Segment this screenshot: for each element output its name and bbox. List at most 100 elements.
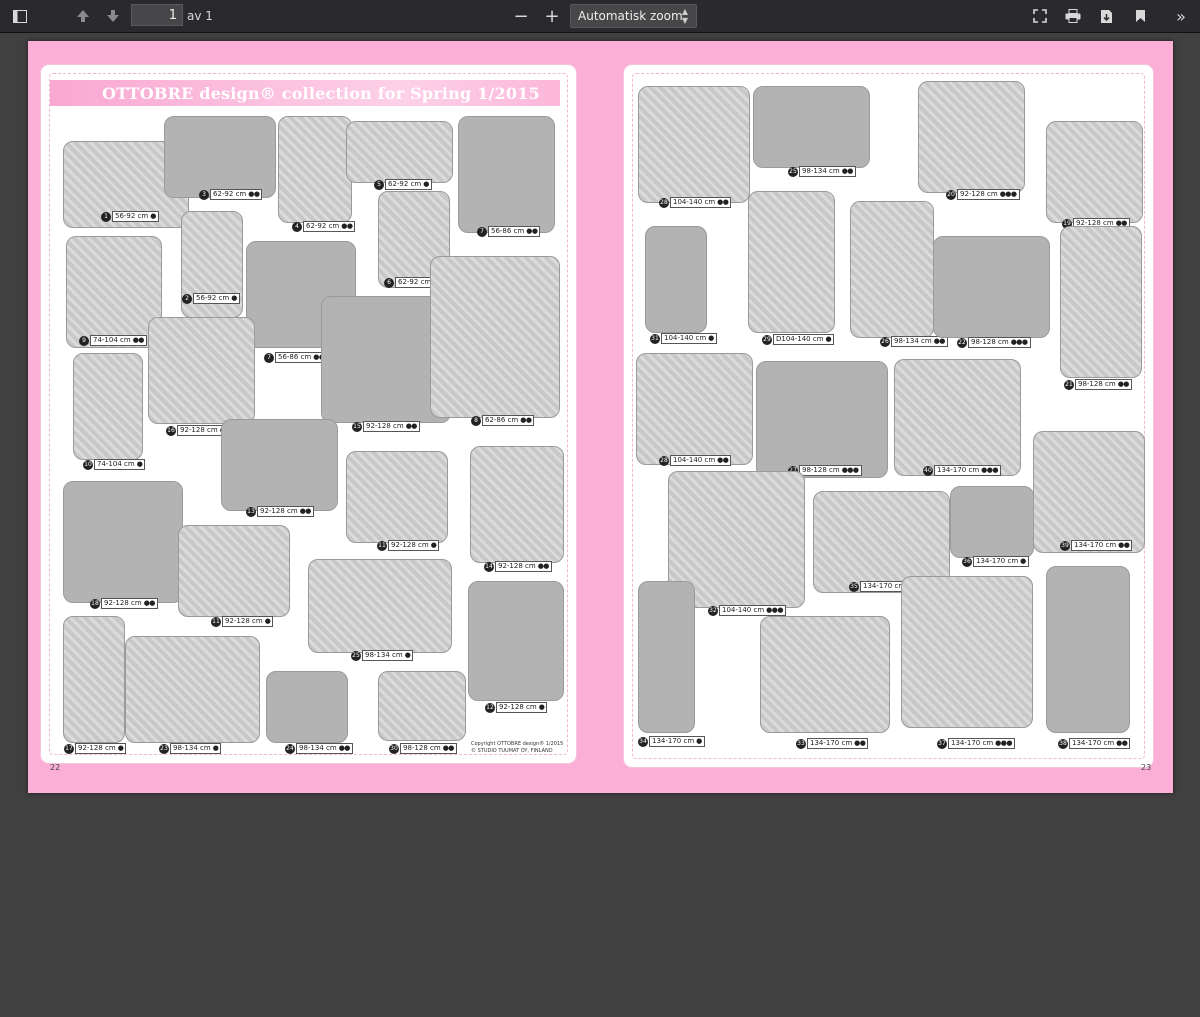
garment-size-label: 36 134-170 cm ● [962,556,1029,567]
garment-number-badge: 29 [762,334,772,345]
garment-size-range: 104-140 cm ● [661,333,717,344]
difficulty-dots: ●● [143,599,156,607]
document-viewer[interactable]: OTTOBRE design® collection for Spring 1/… [0,33,1200,1017]
garment-illustration [748,191,835,333]
garment-number-badge: 40 [923,465,933,476]
garment-size-label: 37 134-170 cm ●●● [937,738,1015,749]
garment-size-range: 104-140 cm ●● [670,455,732,466]
garment-size-label: 1 56-92 cm ● [101,211,159,222]
garment-number-badge: 8 [471,415,481,426]
garment-size-range: 92-128 cm ●● [495,561,552,572]
zoom-select-value: Automatisk zoom [578,9,683,23]
garment-number-badge: 28 [659,455,669,466]
garment-size-range: 92-128 cm● [388,540,440,551]
chevron-updown-icon: ▲ ▼ [681,7,688,25]
garment-number-badge: 34 [638,736,648,747]
page-number-left: 22 [50,763,61,772]
garment-illustration [850,201,934,338]
difficulty-dots: ●●● [841,466,859,474]
difficulty-dots: ● [430,541,437,549]
print-icon[interactable] [1062,4,1084,28]
garment-number-badge: 1 [101,211,111,222]
difficulty-dots: ● [150,212,156,220]
garment-size-label: 7 56-86 cm ●● [264,352,328,363]
garment-number-badge: 26 [880,336,890,347]
garment-number-badge: 36 [962,556,972,567]
collection-title: OTTOBRE design® collection for Spring 1/… [102,83,540,103]
garment-size-range: 74-104 cm ● [94,459,146,470]
difficulty-dots: ●● [1117,380,1130,388]
tools-menu-icon[interactable]: » [1170,4,1192,28]
difficulty-dots: ● [231,294,237,302]
page-number-right: 23 [1141,763,1152,772]
garment-number-badge: 18 [90,598,100,609]
garment-illustration [950,486,1034,558]
garment-size-range: 98-134 cm ●● [296,743,353,754]
garment-size-range: 134-170 cm● [973,556,1029,567]
page-count-label: av 1 [187,9,213,23]
garment-number-badge: 4 [292,221,302,232]
garment-size-range: 104-140 cm ●●● [719,605,786,616]
garment-number-badge: 31 [650,333,660,344]
zoom-in-button[interactable]: + [544,4,560,28]
garment-number-badge: 3 [199,189,209,200]
zoom-select[interactable]: Automatisk zoom ▲ ▼ [570,4,697,28]
garment-size-range: 56-92 cm ● [193,293,240,304]
download-icon[interactable] [1096,4,1116,28]
garment-illustration [645,226,707,333]
garment-size-label: 11 92-128 cm ● [211,616,274,627]
garment-illustration [458,116,555,233]
garment-illustration [63,481,183,603]
garment-number-badge: 21 [1064,379,1074,390]
difficulty-dots: ●● [248,190,260,198]
garment-size-range: 62-92 cm ●● [303,221,356,232]
previous-page-icon[interactable] [73,4,93,28]
garment-size-range: D104-140 cm ● [773,334,835,345]
garment-size-range: 56-86 cm ●● [488,226,541,237]
garment-size-label: 31 104-140 cm ● [650,333,717,344]
garment-size-range: 98-128 cm ●● [400,743,457,754]
difficulty-dots: ●● [132,336,145,344]
garment-size-range: 98-128 cm ●●● [799,465,862,476]
garment-number-badge: 20 [946,189,956,200]
garment-number-badge: 32 [708,605,718,616]
difficulty-dots: ●● [341,222,353,230]
difficulty-dots: ●● [717,198,729,206]
garment-size-label: 26 98-134 cm ●● [880,336,948,347]
difficulty-dots: ●●● [999,190,1017,198]
difficulty-dots: ●● [442,744,455,752]
zoom-out-button[interactable]: − [513,4,529,28]
garment-illustration [73,353,143,460]
garment-size-range: 92-128 cm● [222,616,274,627]
garment-size-label: 15 92-128 cm ●● [352,421,420,432]
presentation-mode-icon[interactable] [1030,4,1050,28]
pdf-page: OTTOBRE design® collection for Spring 1/… [28,41,1173,793]
garment-number-badge: 10 [83,459,93,470]
next-page-icon[interactable] [103,4,123,28]
difficulty-dots: ●● [405,422,418,430]
garment-number-badge: 13 [246,506,256,517]
bookmark-icon[interactable] [1130,4,1150,28]
garment-illustration [753,86,870,168]
sidebar-toggle-icon[interactable] [10,4,30,28]
garment-illustration [378,671,466,741]
garment-size-label: 7 56-86 cm ●● [477,226,541,237]
garment-size-label: 28 104-140 cm ●● [659,197,732,208]
garment-illustration [933,236,1050,338]
garment-size-label: 25 98-134 cm ● [351,650,414,661]
difficulty-dots: ● [825,335,832,343]
garment-illustration [894,359,1021,476]
difficulty-dots: ●● [299,507,312,515]
garment-size-range: 134-170 cm ●● [1071,540,1133,551]
garment-illustration [760,616,890,733]
garment-number-badge: 38 [1058,738,1068,749]
garment-size-label: 34 134-170 cm ● [638,736,705,747]
garment-illustration [164,116,276,198]
garment-number-badge: 30 [389,743,399,754]
page-number-input[interactable] [131,4,183,26]
garment-illustration [278,116,352,223]
garment-size-label: 33 134-170 cm ●● [796,738,869,749]
garment-size-label: 23 98-134 cm ● [159,743,222,754]
garment-size-range: 98-128 cm ●●● [968,337,1031,348]
difficulty-dots: ● [538,703,545,711]
